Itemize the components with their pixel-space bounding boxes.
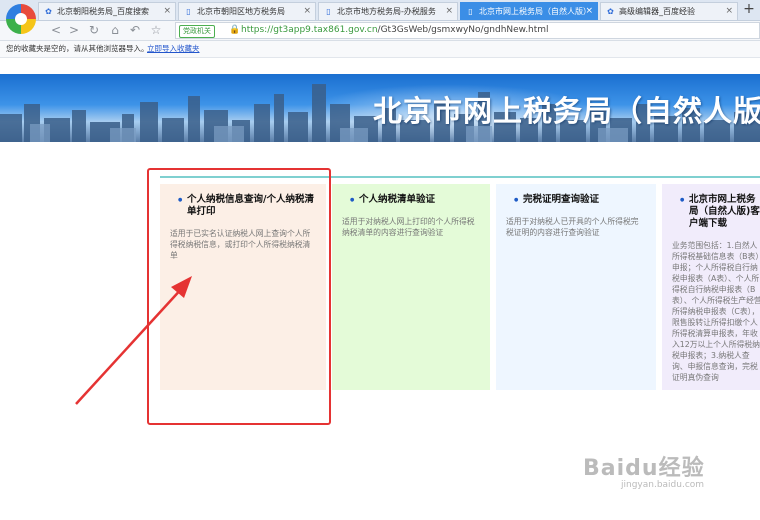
baidu-watermark: Baidu经验 jingyan.baidu.com	[583, 450, 733, 490]
annotation-arrow-icon	[75, 276, 192, 405]
watermark-site: jingyan.baidu.com	[621, 480, 705, 490]
watermark-brand: Baidu经验	[583, 456, 705, 481]
